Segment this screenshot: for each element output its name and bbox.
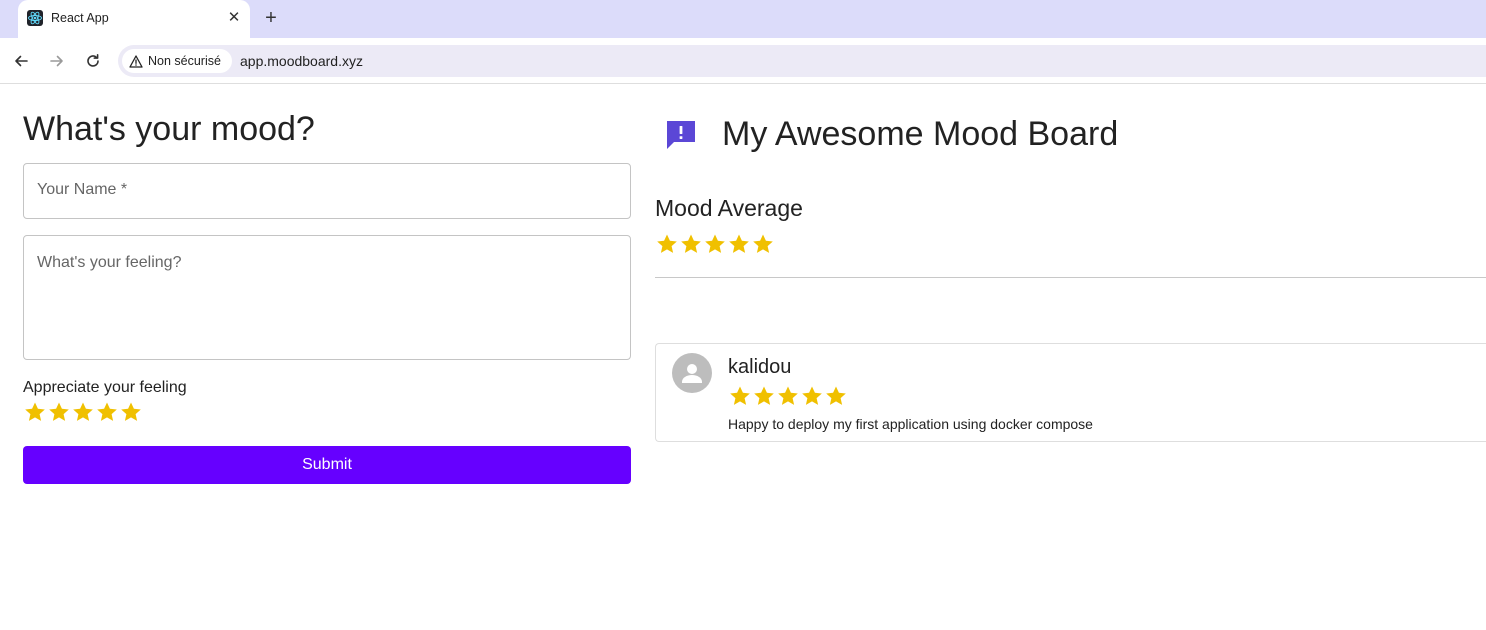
mood-average-rating <box>655 232 775 256</box>
name-placeholder: Your Name * <box>37 181 128 198</box>
new-tab-button[interactable]: + <box>260 8 282 30</box>
board-title: My Awesome Mood Board <box>722 115 1119 153</box>
entry-author: kalidou <box>728 356 792 378</box>
tab-title: React App <box>51 11 109 25</box>
warning-icon <box>129 54 143 68</box>
star-filled-icon <box>705 234 725 253</box>
react-logo-icon <box>27 10 43 26</box>
feedback-icon <box>664 118 698 152</box>
entry-rating <box>728 384 848 408</box>
star-filled-icon <box>729 234 749 253</box>
browser-tab[interactable]: React App ✕ <box>18 0 250 38</box>
close-tab-icon[interactable]: ✕ <box>225 9 243 27</box>
browser-toolbar: Non sécurisé app.moodboard.xyz <box>0 38 1486 84</box>
star-filled-icon <box>657 234 677 253</box>
star-filled-icon[interactable] <box>95 400 119 424</box>
address-bar[interactable]: Non sécurisé app.moodboard.xyz <box>118 45 1486 77</box>
name-input[interactable]: Your Name * <box>23 163 631 219</box>
security-indicator[interactable]: Non sécurisé <box>122 49 232 73</box>
star-filled-icon <box>754 386 774 405</box>
security-label: Non sécurisé <box>148 54 221 68</box>
entry-text: Happy to deploy my first application usi… <box>728 416 1093 432</box>
star-filled-icon <box>826 386 846 405</box>
star-filled-icon <box>802 386 822 405</box>
form-title: What's your mood? <box>23 110 315 148</box>
back-arrow-icon[interactable] <box>10 50 32 72</box>
reload-icon[interactable] <box>82 50 104 72</box>
feeling-textarea[interactable]: What's your feeling? <box>23 235 631 360</box>
forward-arrow-icon[interactable] <box>46 50 68 72</box>
star-filled-icon <box>753 234 773 253</box>
star-filled-icon[interactable] <box>23 400 47 424</box>
page-content: What's your mood? Your Name * What's you… <box>0 85 1486 630</box>
star-filled-icon <box>730 386 750 405</box>
feeling-placeholder: What's your feeling? <box>37 254 182 271</box>
star-filled-icon[interactable] <box>71 400 95 424</box>
star-filled-icon <box>778 386 798 405</box>
star-filled-icon[interactable] <box>119 400 143 424</box>
rating-label: Appreciate your feeling <box>23 379 187 396</box>
browser-tab-bar: React App ✕ + <box>0 0 1486 38</box>
avatar-icon <box>672 353 712 393</box>
mood-entry-card: kalidou Happy to deploy my first applica… <box>655 343 1486 442</box>
star-filled-icon <box>681 234 701 253</box>
mood-average-title: Mood Average <box>655 195 803 221</box>
star-filled-icon[interactable] <box>47 400 71 424</box>
submit-button[interactable]: Submit <box>23 446 631 484</box>
divider <box>655 277 1486 278</box>
feeling-rating[interactable] <box>23 400 143 424</box>
url-text[interactable]: app.moodboard.xyz <box>240 53 363 69</box>
